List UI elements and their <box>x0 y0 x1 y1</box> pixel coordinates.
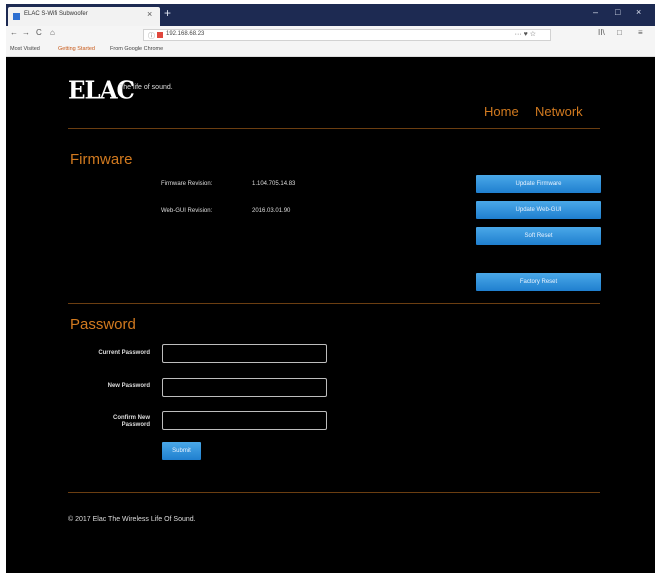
browser-window: ELAC S-Wifi Subwoofer × + – □ × ← → C ⌂ … <box>6 4 655 573</box>
site-info-icon[interactable]: ⓘ <box>148 31 155 41</box>
submit-button[interactable]: Submit <box>162 442 201 460</box>
nav-home-link[interactable]: Home <box>484 104 519 119</box>
navigation-toolbar: ← → C ⌂ ⓘ 192.168.68.23 ··· ♥ ☆ II\ □ ≡ <box>6 26 655 43</box>
confirm-password-label: Confirm New Password <box>112 415 150 428</box>
firmware-heading: Firmware <box>70 151 133 168</box>
forward-icon[interactable]: → <box>22 29 30 37</box>
new-password-input[interactable] <box>162 378 327 397</box>
nav-network-link[interactable]: Network <box>535 104 583 119</box>
update-firmware-button[interactable]: Update Firmware <box>476 175 601 193</box>
password-heading: Password <box>70 316 136 333</box>
firmware-divider <box>68 303 600 304</box>
reload-icon[interactable]: C <box>36 29 42 37</box>
confirm-password-input[interactable] <box>162 411 327 430</box>
footer-divider <box>68 492 600 493</box>
library-icon[interactable]: II\ <box>598 29 605 37</box>
sidebar-icon[interactable]: □ <box>617 29 622 37</box>
tagline: The life of sound. <box>119 84 173 91</box>
favicon-icon <box>13 13 20 20</box>
tab-bar: ELAC S-Wifi Subwoofer × + – □ × <box>6 4 655 26</box>
new-tab-button[interactable]: + <box>164 7 171 19</box>
browser-tab[interactable]: ELAC S-Wifi Subwoofer × <box>8 7 160 26</box>
current-password-input[interactable] <box>162 344 327 363</box>
maximize-button[interactable]: □ <box>615 8 620 17</box>
factory-reset-button[interactable]: Factory Reset <box>476 273 601 291</box>
back-icon[interactable]: ← <box>10 29 18 37</box>
soft-reset-button[interactable]: Soft Reset <box>476 227 601 245</box>
insecure-icon <box>157 32 163 38</box>
address-bar[interactable]: ⓘ 192.168.68.23 ··· ♥ ☆ <box>143 29 551 41</box>
update-webgui-button[interactable]: Update Web-GUI <box>476 201 601 219</box>
bookmark-most-visited[interactable]: Most Visited <box>10 46 40 52</box>
page-actions-icon[interactable]: ··· ♥ ☆ <box>515 30 536 38</box>
home-icon[interactable]: ⌂ <box>50 29 55 37</box>
minimize-button[interactable]: – <box>593 8 598 17</box>
close-window-button[interactable]: × <box>636 8 641 17</box>
menu-icon[interactable]: ≡ <box>638 29 643 37</box>
bookmarks-bar: Most Visited Getting Started From Google… <box>6 43 655 57</box>
current-password-label: Current Password <box>98 350 150 356</box>
header-divider <box>68 128 600 129</box>
url-text[interactable]: 192.168.68.23 <box>166 31 204 37</box>
page-content: ELAC The life of sound. Home Network Fir… <box>6 57 655 573</box>
firmware-revision-label: Firmware Revision: <box>161 181 213 187</box>
bookmark-from-chrome[interactable]: From Google Chrome <box>110 46 163 52</box>
footer-copyright: © 2017 Elac The Wireless Life Of Sound. <box>68 516 196 523</box>
bookmark-getting-started[interactable]: Getting Started <box>58 46 95 52</box>
new-password-label: New Password <box>107 383 150 389</box>
webgui-revision-label: Web-GUI Revision: <box>161 208 213 214</box>
webgui-revision-value: 2016.03.01.90 <box>252 208 291 214</box>
tab-title: ELAC S-Wifi Subwoofer <box>24 11 88 17</box>
tab-close-icon[interactable]: × <box>147 10 152 19</box>
firmware-revision-value: 1.104.705.14.83 <box>252 181 296 187</box>
